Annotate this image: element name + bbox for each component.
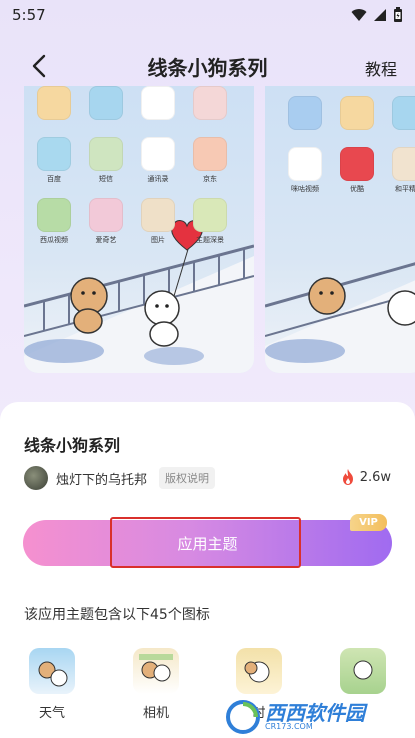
watermark-text-group: 西西软件园 CR173.COM xyxy=(265,703,365,731)
preview-app-grid: 咪咕视频 优酷 和平精英 xyxy=(285,96,415,194)
copyright-info-button[interactable]: 版权说明 xyxy=(159,467,216,489)
preview-app: 优酷 xyxy=(337,147,377,194)
theme-preview-main[interactable]: 百度 短信 通讯录 京东 西瓜视频 爱奇艺 图片 主题深景 xyxy=(24,86,254,373)
preview-app: 西瓜视频 xyxy=(34,198,74,245)
watermark-text: 西西软件园 xyxy=(265,701,365,725)
fence-illustration xyxy=(24,244,254,373)
signal-icon xyxy=(374,9,386,21)
watermark-subtext: CR173.COM xyxy=(265,722,313,731)
apply-theme-button[interactable]: 应用主题 xyxy=(23,520,392,566)
camera-icon xyxy=(133,648,179,694)
fence-illustration xyxy=(265,262,415,373)
preview-app xyxy=(34,86,74,123)
theme-name: 线条小狗系列 xyxy=(24,436,121,455)
icon-label: 天气 xyxy=(38,706,65,721)
preview-app xyxy=(285,96,325,133)
page-title: 线条小狗系列 xyxy=(147,56,268,80)
watermark: 西西软件园 CR173.COM xyxy=(225,698,411,736)
preview-app xyxy=(138,86,178,123)
preview-app: 和平精英 xyxy=(389,147,415,194)
theme-detail-sheet: 线条小狗系列 烛灯下的乌托邦 版权说明 2.6w 应用主题 VIP 该应用主题包… xyxy=(0,402,415,738)
vip-badge: VIP xyxy=(350,514,387,531)
popularity-count: 2.6w xyxy=(359,469,391,485)
preview-app-grid: 百度 短信 通讯录 京东 西瓜视频 爱奇艺 图片 主题深景 xyxy=(34,86,230,245)
app-icon xyxy=(340,648,386,694)
preview-app xyxy=(86,86,126,123)
header: 线条小狗系列 教程 xyxy=(0,44,415,88)
status-bar: 5:57 xyxy=(0,0,415,30)
popularity: 2.6w xyxy=(340,468,391,486)
white-dog-illustration xyxy=(144,290,180,326)
preview-app: 通讯录 xyxy=(138,137,178,184)
icon-item-partial[interactable] xyxy=(333,648,393,694)
watermark-logo-icon xyxy=(226,700,260,734)
weather-icon xyxy=(29,648,75,694)
preview-app: 咪咕视频 xyxy=(285,147,325,194)
status-icons xyxy=(351,7,403,23)
icon-item-camera[interactable]: 相机 xyxy=(126,648,186,721)
flame-icon xyxy=(342,469,353,485)
author-row: 烛灯下的乌托邦 版权说明 xyxy=(24,466,216,490)
battery-icon xyxy=(394,7,402,22)
status-time: 5:57 xyxy=(12,6,46,24)
icon-label: 相机 xyxy=(142,706,169,721)
preview-app: 主题深景 xyxy=(190,198,230,245)
icons-caption: 该应用主题包含以下45个图标 xyxy=(24,607,210,623)
preview-app: 百度 xyxy=(34,137,74,184)
theme-preview-next[interactable]: 咪咕视频 优酷 和平精英 xyxy=(265,86,415,373)
icon-item-weather[interactable]: 天气 xyxy=(22,648,82,721)
avatar[interactable] xyxy=(24,466,48,490)
preview-app: 图片 xyxy=(138,198,178,245)
tutorial-link[interactable]: 教程 xyxy=(365,56,397,80)
preview-app xyxy=(190,86,230,123)
preview-app xyxy=(389,96,415,133)
clock-icon xyxy=(236,648,282,694)
wifi-icon xyxy=(351,9,367,21)
apply-theme-label: 应用主题 xyxy=(177,534,238,553)
author-name[interactable]: 烛灯下的乌托邦 xyxy=(56,469,147,488)
preview-app: 京东 xyxy=(190,137,230,184)
preview-app: 爱奇艺 xyxy=(86,198,126,245)
preview-app xyxy=(337,96,377,133)
preview-app: 短信 xyxy=(86,137,126,184)
